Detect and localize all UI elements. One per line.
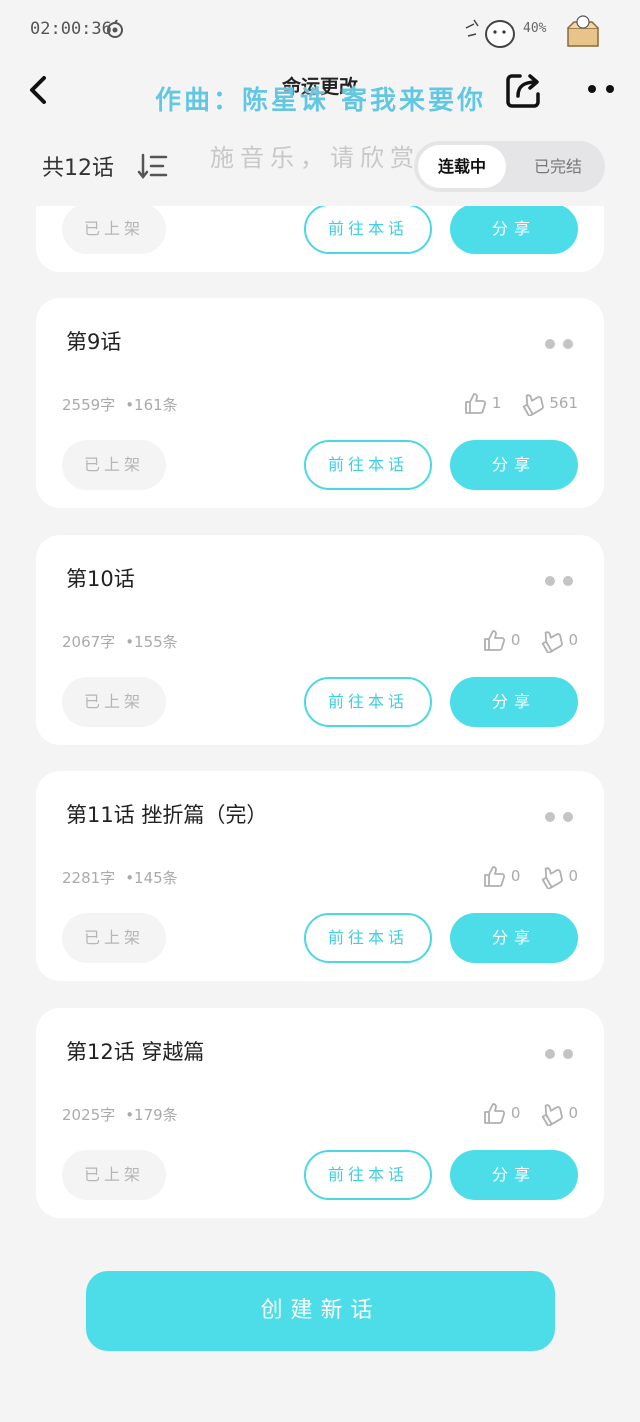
episode-stats: 2281字 •145条: [62, 867, 184, 888]
tab-completed[interactable]: 已完结: [514, 145, 602, 188]
episode-card[interactable]: 第9话 2559字 •161条 1 561 已上架 前往本话 分享: [36, 298, 604, 508]
thumbs-up-icon: [484, 866, 505, 887]
status-pill: 已上架: [62, 206, 166, 254]
more-icon[interactable]: [544, 575, 576, 587]
like-group[interactable]: 1: [462, 390, 502, 416]
status-time: 02:00:36: [30, 19, 112, 39]
share-episode-button[interactable]: 分享: [450, 206, 578, 254]
thumbs-up-icon: [484, 630, 505, 651]
more-icon[interactable]: [584, 78, 620, 100]
sticker-icon: [465, 19, 515, 48]
share-episode-button[interactable]: 分享: [450, 440, 578, 490]
thumbs-down-icon: [542, 1104, 564, 1126]
goto-episode-button[interactable]: 前往本话: [304, 440, 432, 490]
goto-episode-button[interactable]: 前往本话: [304, 1150, 432, 1200]
thumbs-up-icon: [464, 393, 486, 414]
status-tabs: 连载中 已完结: [414, 141, 605, 192]
thumbs-down-icon: [542, 867, 564, 889]
like-group[interactable]: 0: [481, 863, 521, 889]
episode-stats: 2559字 •161条: [62, 394, 184, 415]
box-sticker-icon: [567, 15, 599, 47]
episode-stats: 2067字 •155条: [62, 631, 184, 652]
like-count: 0: [510, 1104, 521, 1122]
reactions: 0 0: [463, 1100, 578, 1126]
comment-count: •161条: [125, 396, 178, 414]
goto-episode-button[interactable]: 前往本话: [304, 677, 432, 727]
thumbs-down-icon: [523, 394, 545, 416]
episode-list[interactable]: 已上架 前往本话 分享 第9话 2559字 •161条 1 561 已上架 前往本…: [0, 206, 640, 1256]
dislike-group[interactable]: 0: [538, 627, 578, 653]
like-group[interactable]: 0: [481, 1100, 521, 1126]
more-icon[interactable]: [544, 338, 576, 350]
goto-episode-button[interactable]: 前往本话: [304, 913, 432, 963]
dislike-count: 0: [568, 867, 578, 885]
share-episode-button[interactable]: 分享: [450, 1150, 578, 1200]
word-count: 2025字: [62, 1106, 116, 1124]
dislike-count: 0: [568, 1104, 578, 1122]
reactions: 1 561: [444, 390, 578, 416]
episode-title: 第10话: [66, 567, 135, 591]
reactions: 0 0: [463, 863, 578, 889]
word-count: 2559字: [62, 396, 116, 414]
tab-serializing[interactable]: 连载中: [418, 145, 506, 188]
create-episode-button[interactable]: 创建新话: [86, 1271, 555, 1351]
episode-card[interactable]: 第12话 穿越篇 2025字 •179条 0 0 已上架 前往本话 分享: [36, 1008, 604, 1218]
like-group[interactable]: 0: [481, 627, 521, 653]
dislike-count: 561: [549, 394, 578, 412]
status-pill: 已上架: [62, 913, 166, 963]
app-notification-icon: [107, 19, 123, 38]
episode-card-partial: 已上架 前往本话 分享: [36, 206, 604, 272]
episode-card[interactable]: 第11话 挫折篇（完） 2281字 •145条 0 0 已上架 前往本话 分享: [36, 771, 604, 981]
dislike-count: 0: [568, 631, 578, 649]
comment-count: •145条: [125, 869, 178, 887]
thumbs-down-icon: [542, 631, 564, 653]
lyric-overlay-line1: 作曲：陈星诛 寄我来要你: [155, 86, 487, 116]
goto-episode-button[interactable]: 前往本话: [304, 206, 432, 254]
status-pill: 已上架: [62, 1150, 166, 1200]
dislike-group[interactable]: 0: [538, 863, 578, 889]
sort-icon[interactable]: [137, 152, 169, 180]
lyric-overlay-line2: 施音乐，请欣赏: [210, 144, 420, 172]
reactions: 0 0: [463, 627, 578, 653]
more-icon[interactable]: [544, 1048, 576, 1060]
thumbs-up-icon: [484, 1103, 505, 1124]
comment-count: •179条: [125, 1106, 178, 1124]
status-bar: 02:00:36 40%: [0, 0, 640, 60]
word-count: 2281字: [62, 869, 116, 887]
status-pill: 已上架: [62, 677, 166, 727]
dislike-group[interactable]: 0: [538, 1100, 578, 1126]
word-count: 2067字: [62, 633, 116, 651]
episode-title: 第12话 穿越篇: [66, 1040, 205, 1064]
share-icon[interactable]: [502, 68, 546, 112]
status-pill: 已上架: [62, 440, 166, 490]
dislike-group[interactable]: 561: [519, 390, 578, 416]
battery-level: 40%: [523, 21, 547, 36]
episode-stats: 2025字 •179条: [62, 1104, 184, 1125]
episode-card[interactable]: 第10话 2067字 •155条 0 0 已上架 前往本话 分享: [36, 535, 604, 745]
episode-count: 共12话: [42, 156, 114, 181]
share-episode-button[interactable]: 分享: [450, 677, 578, 727]
like-count: 0: [510, 631, 521, 649]
episode-title: 第11话 挫折篇（完）: [66, 803, 268, 827]
more-icon[interactable]: [544, 811, 576, 823]
like-count: 0: [510, 867, 521, 885]
share-episode-button[interactable]: 分享: [450, 913, 578, 963]
episode-title: 第9话: [66, 330, 122, 354]
back-icon[interactable]: [22, 70, 58, 110]
like-count: 1: [491, 394, 502, 412]
comment-count: •155条: [125, 633, 178, 651]
